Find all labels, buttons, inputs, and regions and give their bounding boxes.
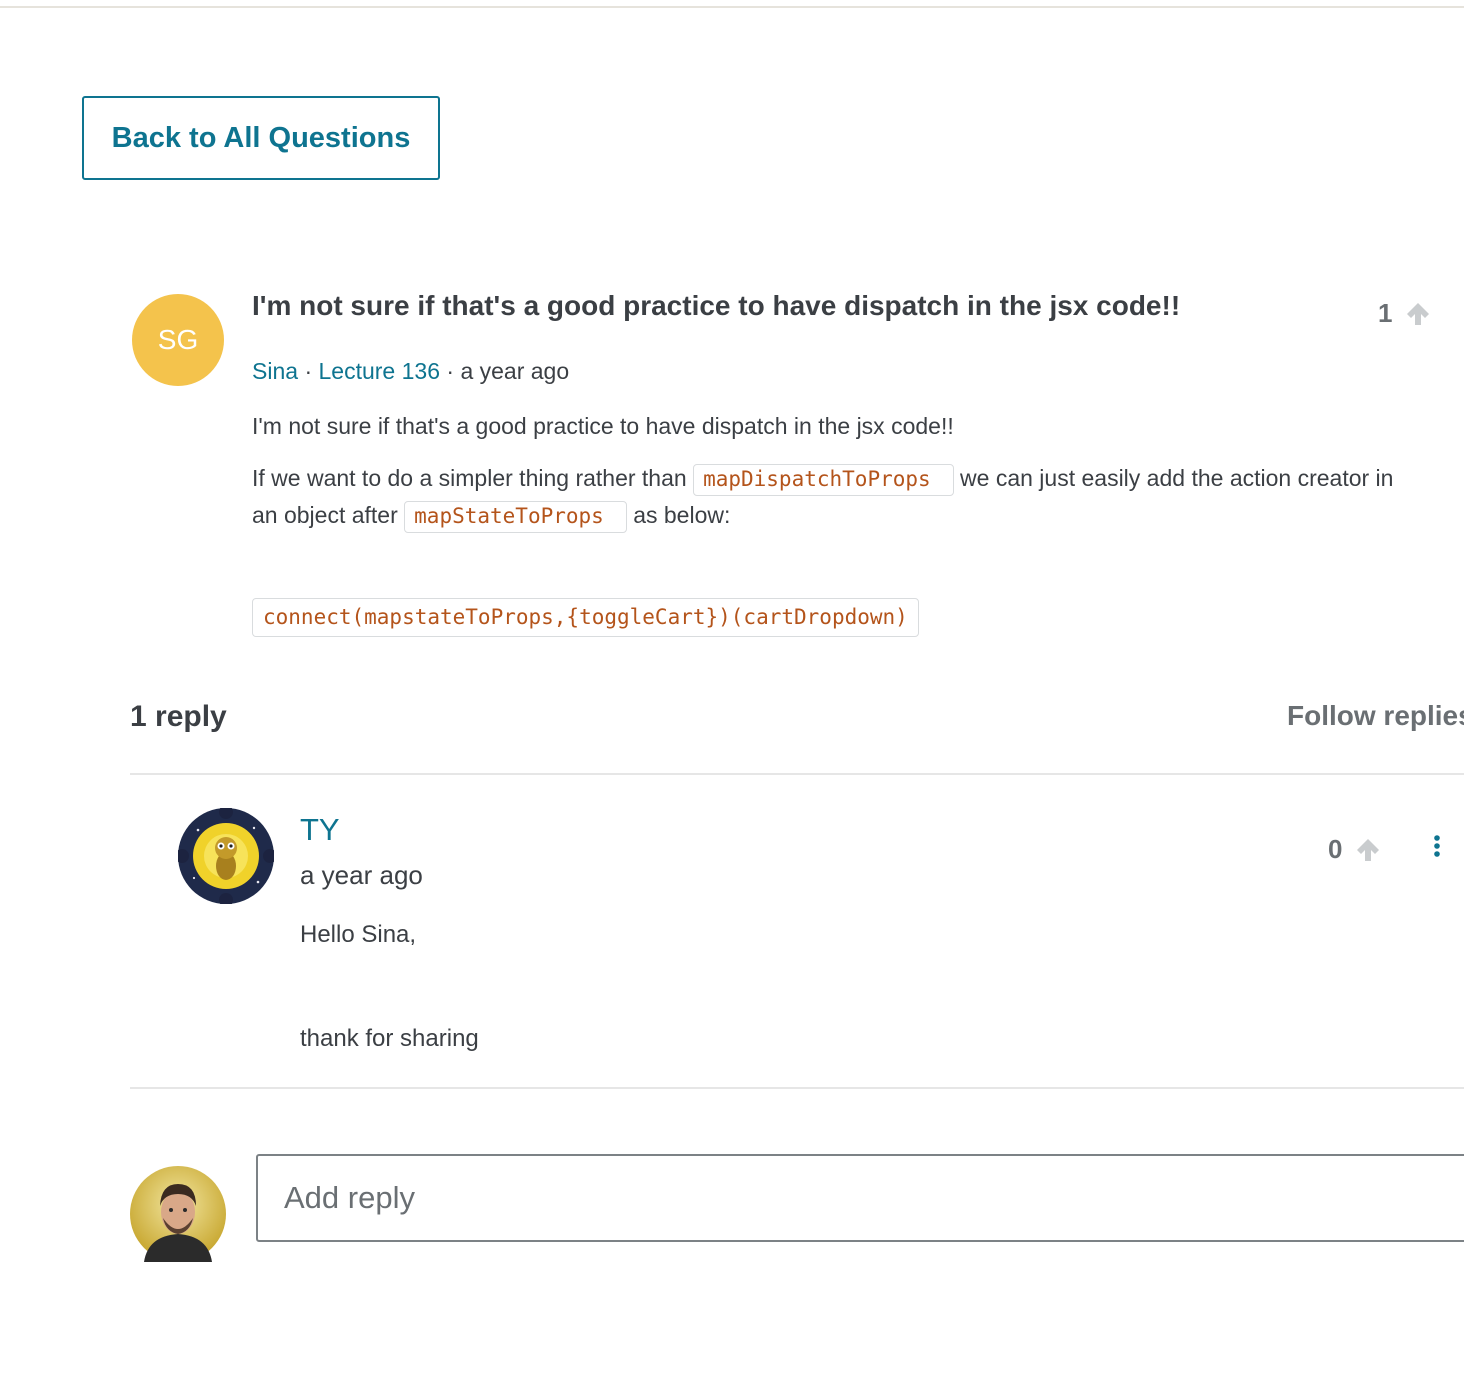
reply-vote: 0: [1328, 834, 1382, 865]
top-divider: [0, 6, 1464, 8]
add-reply-input[interactable]: [256, 1154, 1464, 1242]
reply-author[interactable]: TY: [300, 812, 340, 848]
reply-time: a year ago: [300, 860, 423, 890]
question-time: a year ago: [460, 358, 570, 384]
avatar-initials: SG: [157, 324, 199, 355]
question-vote: 1: [1378, 298, 1432, 329]
back-to-questions-button[interactable]: Back to All Questions: [82, 96, 440, 180]
question-title: I'm not sure if that's a good practice t…: [252, 290, 1181, 321]
inline-code: mapDispatchToProps: [693, 464, 954, 496]
author-avatar[interactable]: SG: [132, 294, 224, 386]
author-link[interactable]: Sina: [252, 358, 298, 384]
reply-count: 1 reply: [130, 700, 227, 733]
lecture-link[interactable]: Lecture 136: [319, 358, 440, 384]
arrow-up-icon[interactable]: [1404, 300, 1432, 328]
code-block: connect(mapstateToProps,{toggleCart})(ca…: [252, 598, 919, 637]
more-vertical-icon[interactable]: [1428, 834, 1446, 860]
vote-count: 0: [1328, 834, 1343, 864]
divider: [130, 1087, 1464, 1089]
reply-paragraph: thank for sharing: [300, 1025, 479, 1052]
body-text: as below:: [626, 502, 731, 528]
inline-code: mapStateToProps: [404, 501, 627, 533]
reply-body: Hello Sina, thank for sharing: [300, 918, 479, 1056]
arrow-up-icon[interactable]: [1354, 836, 1382, 864]
meta-separator: ·: [304, 358, 313, 384]
body-text: If we want to do a simpler thing rather …: [252, 465, 694, 491]
reply-paragraph: Hello Sina,: [300, 921, 417, 948]
current-user-avatar: [130, 1166, 226, 1262]
reply-avatar[interactable]: [175, 805, 277, 907]
meta-separator: ·: [446, 358, 455, 384]
divider: [130, 773, 1464, 775]
question-body: I'm not sure if that's a good practice t…: [252, 408, 1402, 550]
question-paragraph: If we want to do a simpler thing rather …: [252, 460, 1402, 534]
follow-replies-button[interactable]: Follow replies: [1287, 700, 1464, 732]
vote-count: 1: [1378, 298, 1393, 328]
question-meta: Sina · Lecture 136 · a year ago: [252, 358, 569, 385]
question-paragraph: I'm not sure if that's a good practice t…: [252, 413, 954, 439]
